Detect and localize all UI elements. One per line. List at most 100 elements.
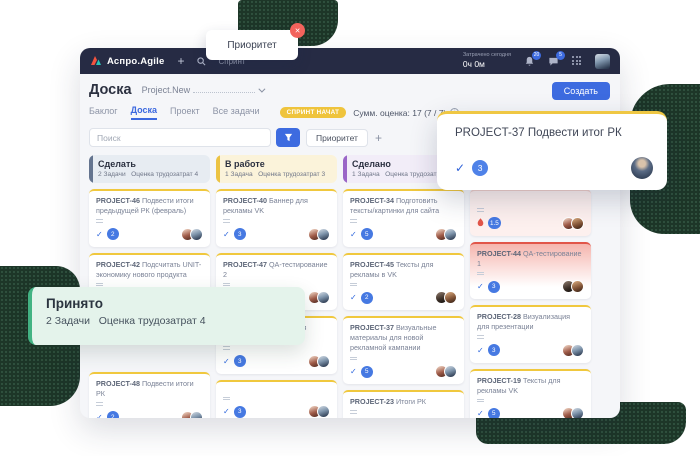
project-selector[interactable]: Project.New <box>142 85 264 95</box>
task-card[interactable]: PROJECT-37 Визуальные материалы для ново… <box>343 316 464 384</box>
avatar <box>631 157 653 179</box>
task-id: PROJECT-19 <box>477 376 521 385</box>
task-card[interactable]: 1.5 <box>470 189 591 236</box>
column-header[interactable]: В работе 1 Задача Оценка трудозатрат 3 <box>216 155 337 183</box>
check-icon: ✓ <box>350 293 357 302</box>
filter-button[interactable] <box>276 128 300 147</box>
column-meta: 1 Задача Оценка трудозатрат 3 <box>225 171 330 178</box>
check-icon: ✓ <box>223 407 230 416</box>
tab-project[interactable]: Проект <box>170 106 200 119</box>
task-card[interactable]: PROJECT-46 Подвести итоги предыдущей РК … <box>89 189 210 247</box>
column-title: Сделать <box>98 159 203 169</box>
task-card-popup[interactable]: PROJECT-37 Подвести итог РК ✓ 3 <box>437 111 667 190</box>
callout-title: Принято <box>46 296 291 311</box>
avatar <box>190 411 203 418</box>
description-icon <box>96 402 203 406</box>
check-icon: ✓ <box>350 230 357 239</box>
user-avatar[interactable] <box>595 54 610 69</box>
page-title: Доска <box>89 82 132 98</box>
column-header[interactable]: Сделать 2 Задачи Оценка трудозатрат 4 <box>89 155 210 183</box>
check-icon: ✓ <box>455 161 465 175</box>
app-name: Аспро.Agile <box>107 56 164 67</box>
sprint-status-badge: СПРИНТ НАЧАТ <box>280 107 347 118</box>
avatar <box>571 344 584 357</box>
avatar <box>317 291 330 304</box>
assignees <box>308 291 330 304</box>
task-card[interactable]: PROJECT-40 Баннер для рекламы VK ✓3 <box>216 189 337 247</box>
assignees <box>562 280 584 293</box>
assignees <box>308 355 330 368</box>
tab-all-tasks[interactable]: Все задачи <box>213 106 260 119</box>
estimate-badge: 2 <box>107 228 119 240</box>
description-icon <box>350 410 457 414</box>
estimate-badge: 1.5 <box>488 217 501 229</box>
description-icon <box>96 283 203 287</box>
add-filter-button[interactable]: + <box>375 132 382 144</box>
avatar <box>444 228 457 241</box>
app-window: Аспро.Agile + Спринт Затрачено сегодня 0… <box>80 48 620 418</box>
check-icon: ✓ <box>223 357 230 366</box>
task-id: PROJECT-44 <box>477 249 521 258</box>
task-id: PROJECT-42 <box>96 260 140 269</box>
task-card[interactable]: PROJECT-19 Тексты для рекламы VK ✓5 <box>470 369 591 418</box>
column-done: Сделано 1 Задача Оценка трудозатрат PROJ… <box>343 155 464 418</box>
description-icon <box>477 399 584 403</box>
estimate-badge: 5 <box>488 408 500 418</box>
check-icon: ✓ <box>96 230 103 239</box>
description-icon <box>350 219 457 223</box>
assignees <box>308 228 330 241</box>
task-id: PROJECT-28 <box>477 312 521 321</box>
messages-count: 5 <box>556 51 565 60</box>
add-icon[interactable]: + <box>177 55 184 67</box>
tab-backlog[interactable]: Баклог <box>89 106 118 119</box>
description-icon <box>223 219 330 223</box>
check-icon: ✓ <box>477 409 484 418</box>
task-card[interactable]: PROJECT-34 Подготовить тексты/картинки д… <box>343 189 464 247</box>
check-icon: ✓ <box>350 367 357 376</box>
priority-filter-chip[interactable]: Приоритет <box>306 129 368 147</box>
task-card[interactable]: PROJECT-44 QA-тестирование 1 ✓3 <box>470 242 591 300</box>
description-icon <box>350 357 457 361</box>
tab-board[interactable]: Доска <box>131 105 157 120</box>
assignees <box>435 291 457 304</box>
estimate-badge: 2 <box>361 292 373 304</box>
check-icon: ✓ <box>96 413 103 418</box>
assignees <box>562 344 584 357</box>
check-icon: ✓ <box>223 230 230 239</box>
task-card[interactable]: PROJECT-23 Итоги РК ✓5 <box>343 390 464 418</box>
estimate-badge: 2 <box>107 411 119 418</box>
check-icon: ✓ <box>477 346 484 355</box>
callout-meta: 2 Задачи Оценка трудозатрат 4 <box>46 315 291 327</box>
task-card[interactable]: ✓3 <box>216 380 337 418</box>
tooltip-label: Приоритет <box>227 40 276 51</box>
avatar <box>317 405 330 418</box>
messages-button[interactable]: 5 <box>548 56 559 67</box>
column-accepted: Принято 2 Задачи Оценка трудозатрат 4 1.… <box>470 155 591 418</box>
search-icon[interactable] <box>197 57 206 66</box>
logo-icon <box>90 55 102 67</box>
accepted-column-callout: Принято 2 Задачи Оценка трудозатрат 4 <box>28 287 305 345</box>
task-card[interactable]: PROJECT-28 Визуализация для презентации … <box>470 305 591 363</box>
close-icon[interactable]: ✕ <box>290 23 305 38</box>
app-logo[interactable]: Аспро.Agile <box>90 55 164 67</box>
task-card[interactable]: PROJECT-48 Подвести итоги РК ✓2 <box>89 372 210 418</box>
description-icon <box>223 346 330 350</box>
priority-tooltip: Приоритет ✕ <box>206 30 298 60</box>
task-id: PROJECT-48 <box>96 379 140 388</box>
avatar <box>444 365 457 378</box>
column-title: В работе <box>225 159 330 169</box>
estimate-badge: 3 <box>488 281 500 293</box>
task-card[interactable]: PROJECT-45 Тексты для рекламы в VK ✓2 <box>343 253 464 311</box>
notifications-count: 20 <box>532 51 541 60</box>
estimate-badge: 3 <box>234 355 246 367</box>
selector-dots <box>193 85 255 93</box>
estimate-badge: 5 <box>361 228 373 240</box>
apps-grid-icon[interactable] <box>572 56 582 66</box>
task-id: PROJECT-40 <box>223 196 267 205</box>
create-button[interactable]: Создать <box>552 82 610 100</box>
estimate-badge: 3 <box>472 160 488 176</box>
notifications-button[interactable]: 20 <box>524 56 535 67</box>
description-icon <box>477 208 584 212</box>
assignees <box>562 217 584 230</box>
search-input[interactable] <box>89 128 271 147</box>
